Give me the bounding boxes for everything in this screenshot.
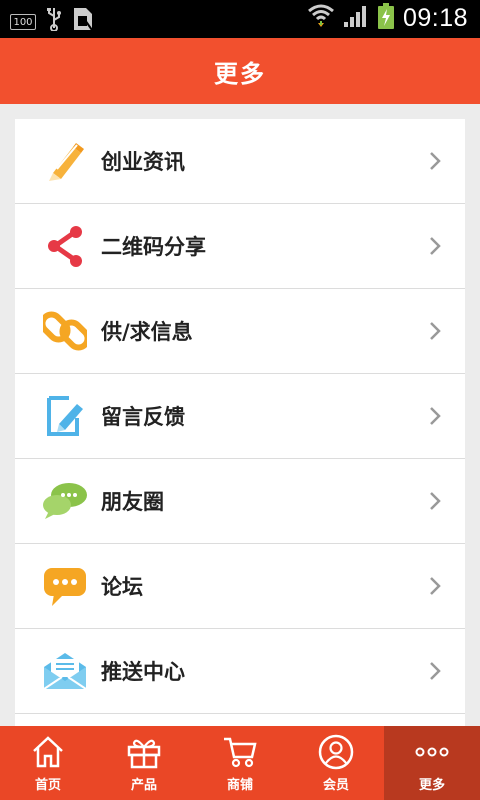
app-header: 更多 xyxy=(0,38,480,104)
tab-products[interactable]: 产品 xyxy=(96,726,192,800)
menu-item-label: 留言反馈 xyxy=(101,405,185,429)
menu-item-startup-news[interactable]: 创业资讯 xyxy=(15,119,465,204)
tab-home[interactable]: 首页 xyxy=(0,726,96,800)
link-icon xyxy=(39,309,91,353)
chevron-right-icon xyxy=(430,152,441,170)
chevron-right-icon xyxy=(430,237,441,255)
more-menu-list: 创业资讯 二维码分享 供/求信息 留言反馈 朋友圈 论坛 推送中心 xyxy=(15,119,465,726)
chevron-right-icon xyxy=(430,407,441,425)
tab-shops[interactable]: 商铺 xyxy=(192,726,288,800)
menu-item-feedback[interactable]: 留言反馈 xyxy=(15,374,465,459)
menu-item-label: 推送中心 xyxy=(101,660,185,684)
gift-icon xyxy=(126,734,162,770)
clock-time: 09:18 xyxy=(402,3,468,32)
status-bar: 100 09:18 xyxy=(0,0,480,38)
tab-label: 首页 xyxy=(34,778,61,793)
signal-icon xyxy=(343,4,369,32)
menu-item-moments[interactable]: 朋友圈 xyxy=(15,459,465,544)
tab-label: 商铺 xyxy=(226,778,253,793)
battery-level-badge: 100 xyxy=(10,14,36,30)
menu-item-label: 创业资讯 xyxy=(101,150,185,174)
menu-item-push-center[interactable]: 推送中心 xyxy=(15,629,465,714)
envelope-icon xyxy=(39,649,91,693)
battery-charging-icon xyxy=(377,2,395,34)
tab-label: 产品 xyxy=(130,778,157,793)
chevron-right-icon xyxy=(430,577,441,595)
usb-icon xyxy=(46,7,62,35)
chevron-right-icon xyxy=(430,662,441,680)
sim-card-icon xyxy=(72,6,94,36)
chevron-right-icon xyxy=(430,322,441,340)
tab-label: 更多 xyxy=(418,778,445,793)
share-icon xyxy=(39,224,91,268)
menu-item-label: 供/求信息 xyxy=(101,320,193,344)
menu-item-supply-demand[interactable]: 供/求信息 xyxy=(15,289,465,374)
tab-member[interactable]: 会员 xyxy=(288,726,384,800)
chat-bubbles-icon xyxy=(39,479,91,523)
menu-item-label: 论坛 xyxy=(101,575,143,599)
menu-item-label: 朋友圈 xyxy=(101,490,164,514)
tab-more[interactable]: 更多 xyxy=(384,726,480,800)
menu-item-qrcode-share[interactable]: 二维码分享 xyxy=(15,204,465,289)
cart-icon xyxy=(222,734,258,770)
home-icon xyxy=(30,734,66,770)
menu-item-label: 二维码分享 xyxy=(101,235,206,259)
page-title: 更多 xyxy=(214,59,266,88)
user-icon xyxy=(318,734,354,770)
tab-label: 会员 xyxy=(322,778,349,793)
wifi-icon xyxy=(307,3,335,33)
menu-item-forum[interactable]: 论坛 xyxy=(15,544,465,629)
feedback-edit-icon xyxy=(39,394,91,438)
bottom-tab-bar: 首页 产品 商铺 会员 更多 xyxy=(0,726,480,800)
more-dots-icon xyxy=(414,734,450,770)
forum-bubble-icon xyxy=(39,564,91,608)
pencil-icon xyxy=(39,139,91,183)
chevron-right-icon xyxy=(430,492,441,510)
